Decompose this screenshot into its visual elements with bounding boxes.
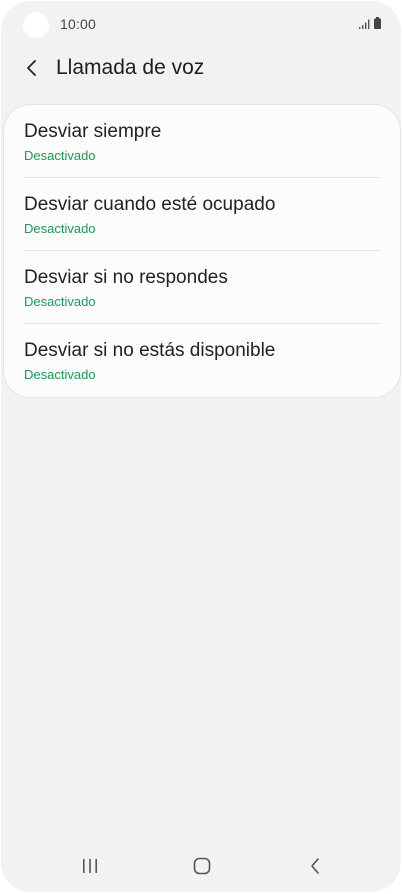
page-title: Llamada de voz xyxy=(56,56,205,79)
status-time: 10:00 xyxy=(60,16,97,32)
home-button[interactable] xyxy=(182,850,222,882)
status-bar: 10:00 xyxy=(1,1,401,47)
battery-icon xyxy=(374,16,381,34)
option-desviar-no-disponible[interactable]: Desviar si no estás disponible Desactiva… xyxy=(4,324,400,397)
app-header: Llamada de voz xyxy=(1,49,401,89)
option-title: Desviar cuando esté ocupado xyxy=(24,194,276,215)
option-title: Desviar si no estás disponible xyxy=(24,340,276,361)
back-button[interactable] xyxy=(17,53,47,83)
option-status: Desactivado xyxy=(24,221,96,236)
option-title: Desviar si no respondes xyxy=(24,267,228,288)
chevron-left-icon xyxy=(27,60,36,76)
option-status: Desactivado xyxy=(24,148,96,163)
phone-screen: 10:00 Llamada de voz Desviar siempre Des… xyxy=(1,1,401,892)
option-title: Desviar siempre xyxy=(24,121,162,142)
option-desviar-no-respondes[interactable]: Desviar si no respondes Desactivado xyxy=(4,251,400,324)
recent-apps-button[interactable] xyxy=(70,850,110,882)
option-status: Desactivado xyxy=(24,367,96,382)
option-status: Desactivado xyxy=(24,294,96,309)
option-desviar-siempre[interactable]: Desviar siempre Desactivado xyxy=(4,105,400,178)
camera-cutout xyxy=(23,12,49,38)
status-icons xyxy=(359,16,381,34)
signal-icon xyxy=(359,16,371,34)
forwarding-options-list: Desviar siempre Desactivado Desviar cuan… xyxy=(4,105,400,397)
back-icon xyxy=(311,858,319,874)
option-desviar-ocupado[interactable]: Desviar cuando esté ocupado Desactivado xyxy=(4,178,400,251)
nav-back-button[interactable] xyxy=(295,850,335,882)
recent-apps-icon xyxy=(83,859,97,873)
navigation-bar xyxy=(1,840,401,892)
home-icon xyxy=(193,857,211,875)
